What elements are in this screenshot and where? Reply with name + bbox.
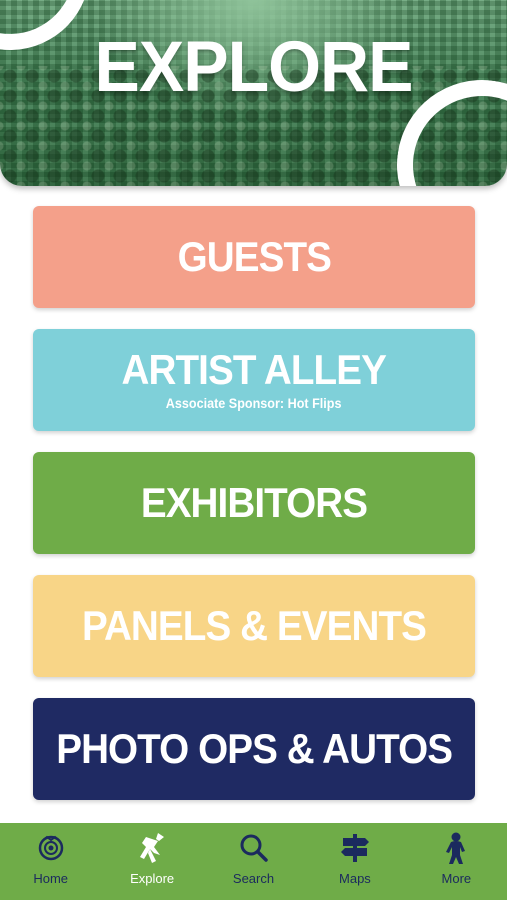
page-title: EXPLORE <box>94 27 414 107</box>
tab-label: More <box>441 871 472 886</box>
explore-menu: GUESTS ARTIST ALLEY Associate Sponsor: H… <box>33 206 475 821</box>
tab-label: Search <box>232 871 275 886</box>
guests-button[interactable]: GUESTS <box>33 206 475 308</box>
tab-home[interactable]: Home <box>0 823 101 900</box>
photo-ops-autos-button[interactable]: PHOTO OPS & AUTOS <box>33 698 475 800</box>
tab-label: Maps <box>339 871 371 886</box>
tile-label: PHOTO OPS & AUTOS <box>56 725 453 772</box>
tile-label: GUESTS <box>177 233 331 280</box>
search-icon <box>237 831 271 865</box>
tab-explore[interactable]: Explore <box>101 823 202 900</box>
tile-subtitle: Associate Sponsor: Hot Flips <box>166 395 342 411</box>
explore-figure-icon <box>135 831 169 865</box>
tab-maps[interactable]: Maps <box>304 823 405 900</box>
tab-label: Explore <box>130 871 175 886</box>
panels-events-button[interactable]: PANELS & EVENTS <box>33 575 475 677</box>
tile-label: ARTIST ALLEY <box>121 346 387 393</box>
bigfoot-icon <box>439 831 473 865</box>
tab-search[interactable]: Search <box>203 823 304 900</box>
bottom-tab-bar: Home Explore Search Maps More <box>0 823 507 900</box>
tile-label: PANELS & EVENTS <box>81 602 427 649</box>
home-logo-icon <box>34 831 68 865</box>
exhibitors-button[interactable]: EXHIBITORS <box>33 452 475 554</box>
tab-label: Home <box>33 871 69 886</box>
explore-header-banner: EXPLORE <box>0 0 507 186</box>
tab-more[interactable]: More <box>406 823 507 900</box>
signpost-icon <box>338 831 372 865</box>
tile-label: EXHIBITORS <box>140 479 368 526</box>
artist-alley-button[interactable]: ARTIST ALLEY Associate Sponsor: Hot Flip… <box>33 329 475 431</box>
